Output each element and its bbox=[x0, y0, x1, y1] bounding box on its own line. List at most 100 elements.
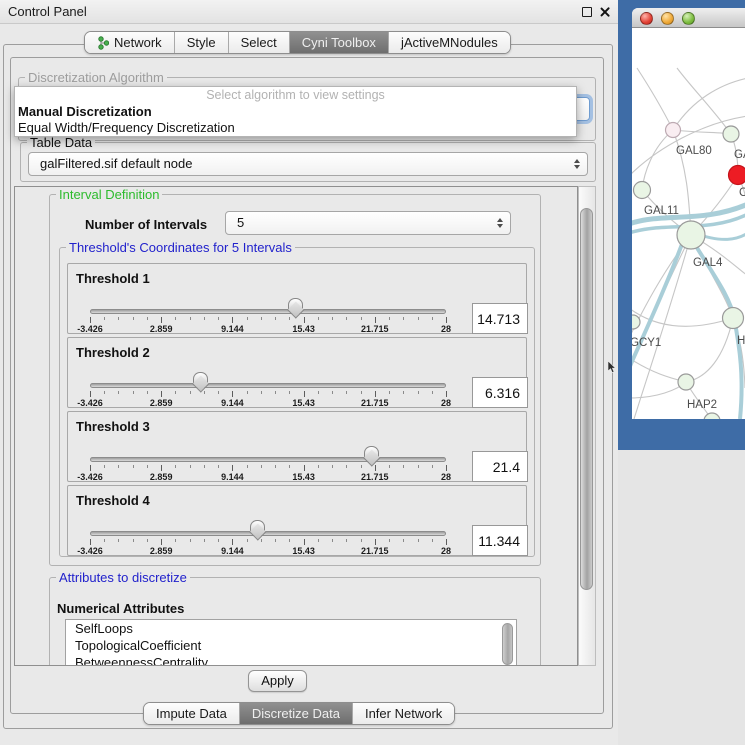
tab-impute-data[interactable]: Impute Data bbox=[144, 703, 239, 724]
network-edge[interactable] bbox=[673, 130, 731, 134]
network-canvas[interactable]: GAL80GACGAL11GAL4HGCY1HAP2 bbox=[632, 28, 745, 419]
tick-label: 21.715 bbox=[361, 546, 389, 556]
minor-tick-mark bbox=[361, 465, 362, 468]
minor-tick-mark bbox=[389, 317, 390, 320]
apply-button[interactable]: Apply bbox=[248, 670, 307, 692]
attribute-item-betweennesscentrality[interactable]: BetweennessCentrality bbox=[66, 654, 516, 666]
attribute-item-selfloops[interactable]: SelfLoops bbox=[66, 620, 516, 637]
tab-select[interactable]: Select bbox=[228, 32, 289, 53]
minor-tick-mark bbox=[418, 317, 419, 320]
slider-track[interactable] bbox=[90, 383, 446, 388]
numerical-attributes-list[interactable]: SelfLoopsTopologicalCoefficientBetweenne… bbox=[65, 619, 517, 666]
float-window-icon[interactable] bbox=[582, 7, 592, 17]
minor-tick-mark bbox=[190, 539, 191, 542]
threshold-value-field[interactable]: 14.713 bbox=[472, 303, 528, 334]
tick-mark bbox=[161, 465, 162, 471]
tick-mark bbox=[90, 391, 91, 397]
network-edge[interactable] bbox=[632, 235, 691, 373]
minor-tick-mark bbox=[346, 465, 347, 468]
minor-tick-mark bbox=[190, 391, 191, 394]
tick-mark bbox=[161, 317, 162, 323]
tick-label: 28 bbox=[441, 546, 451, 556]
tick-mark bbox=[232, 465, 233, 471]
minor-tick-mark bbox=[118, 317, 119, 320]
close-icon[interactable] bbox=[599, 6, 611, 18]
combo-spinner-icon[interactable] bbox=[574, 159, 580, 169]
node-label: GCY1 bbox=[632, 337, 661, 349]
number-of-intervals-value: 5 bbox=[237, 215, 244, 230]
network-node-c[interactable] bbox=[729, 166, 745, 185]
minor-tick-mark bbox=[418, 539, 419, 542]
threshold-label: Threshold 4 bbox=[76, 493, 150, 508]
network-node-gcy1[interactable] bbox=[632, 315, 640, 329]
popup-prompt-item[interactable]: Select algorithm to view settings bbox=[15, 87, 576, 104]
close-traffic-light[interactable] bbox=[640, 12, 653, 25]
minor-tick-mark bbox=[218, 539, 219, 542]
network-node[interactable] bbox=[704, 413, 720, 419]
popup-item-manual-discretization[interactable]: Manual Discretization bbox=[15, 104, 576, 120]
tick-mark bbox=[232, 539, 233, 545]
network-edge[interactable] bbox=[634, 235, 691, 419]
network-node-ga[interactable] bbox=[723, 126, 739, 142]
tick-label: 2.859 bbox=[150, 546, 173, 556]
number-of-intervals-combobox[interactable]: 5 bbox=[225, 211, 511, 235]
minimize-traffic-light[interactable] bbox=[661, 12, 674, 25]
combo-spinner-icon[interactable] bbox=[497, 218, 503, 228]
tick-mark bbox=[232, 317, 233, 323]
popup-item-equal-width-frequency-discretization[interactable]: Equal Width/Frequency Discretization bbox=[15, 120, 576, 136]
tick-mark bbox=[446, 391, 447, 397]
table-panel-region: Table Panel ⚙ ✓ ✓ shared… n YDL19…YDL1YD… bbox=[618, 450, 745, 745]
minor-tick-mark bbox=[147, 317, 148, 320]
tick-label: 28 bbox=[441, 398, 451, 408]
slider-thumb[interactable] bbox=[250, 520, 265, 532]
tick-mark bbox=[304, 465, 305, 471]
slider-track[interactable] bbox=[90, 457, 446, 462]
tick-label: 2.859 bbox=[150, 324, 173, 334]
slider-track[interactable] bbox=[90, 309, 446, 314]
tab-network[interactable]: Network bbox=[85, 32, 174, 53]
minor-tick-mark bbox=[104, 391, 105, 394]
minor-tick-mark bbox=[204, 539, 205, 542]
network-edge-highlighted[interactable] bbox=[734, 318, 742, 419]
tick-mark bbox=[161, 391, 162, 397]
tab-cyni-toolbox[interactable]: Cyni Toolbox bbox=[289, 32, 388, 53]
tick-mark bbox=[375, 317, 376, 323]
tick-mark bbox=[161, 539, 162, 545]
minor-tick-mark bbox=[389, 539, 390, 542]
tick-mark bbox=[90, 539, 91, 545]
attribute-item-topologicalcoefficient[interactable]: TopologicalCoefficient bbox=[66, 637, 516, 654]
threshold-value-field[interactable]: 11.344 bbox=[472, 525, 528, 556]
minor-tick-mark bbox=[118, 391, 119, 394]
network-edge[interactable] bbox=[637, 68, 673, 130]
network-edge[interactable] bbox=[673, 78, 745, 130]
network-node-gal4[interactable] bbox=[677, 221, 705, 249]
settings-scrollbar-thumb[interactable] bbox=[580, 208, 593, 590]
network-edge[interactable] bbox=[632, 358, 686, 382]
network-edge[interactable] bbox=[677, 68, 731, 134]
slider-track[interactable] bbox=[90, 531, 446, 536]
table-data-combobox[interactable]: galFiltered.sif default node bbox=[28, 152, 588, 176]
slider-thumb[interactable] bbox=[364, 446, 379, 458]
tab-discretize-data[interactable]: Discretize Data bbox=[239, 703, 352, 724]
network-window-titlebar[interactable] bbox=[632, 8, 745, 28]
network-node-h[interactable] bbox=[723, 308, 744, 329]
minor-tick-mark bbox=[204, 317, 205, 320]
tab-style[interactable]: Style bbox=[174, 32, 228, 53]
network-node-hap2[interactable] bbox=[678, 374, 694, 390]
network-node-gal80[interactable] bbox=[666, 123, 681, 138]
network-node-gal11[interactable] bbox=[634, 182, 651, 199]
tick-mark bbox=[90, 465, 91, 471]
tab-infer-network[interactable]: Infer Network bbox=[352, 703, 454, 724]
network-edge[interactable] bbox=[632, 235, 691, 338]
minor-tick-mark bbox=[346, 539, 347, 542]
tick-label: 9.144 bbox=[221, 546, 244, 556]
threshold-value-field[interactable]: 6.316 bbox=[472, 377, 528, 408]
tab-jactivemnodules[interactable]: jActiveMNodules bbox=[388, 32, 510, 53]
network-edge[interactable] bbox=[686, 318, 733, 382]
list-scrollbar-thumb[interactable] bbox=[502, 623, 513, 665]
threshold-value-field[interactable]: 21.4 bbox=[472, 451, 528, 482]
slider-thumb[interactable] bbox=[193, 372, 208, 384]
tick-label: 15.43 bbox=[292, 398, 315, 408]
slider-thumb[interactable] bbox=[288, 298, 303, 310]
zoom-traffic-light[interactable] bbox=[682, 12, 695, 25]
